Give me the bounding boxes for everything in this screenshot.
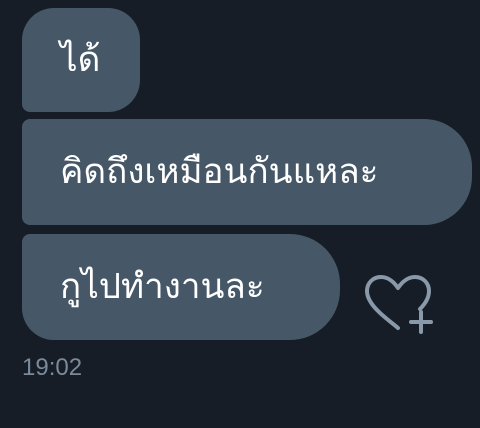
message-bubble[interactable]: ได้ bbox=[22, 8, 140, 112]
message-bubble[interactable]: กูไปทำงานละ bbox=[22, 234, 340, 340]
message-bubble[interactable]: คิดถึงเหมือนกันแหละ bbox=[22, 119, 472, 225]
message-timestamp: 19:02 bbox=[22, 354, 83, 381]
react-button[interactable] bbox=[362, 272, 434, 334]
message-text: ได้ bbox=[60, 39, 101, 80]
message-text: กูไปทำงานละ bbox=[60, 266, 265, 307]
heart-plus-icon bbox=[365, 275, 433, 334]
message-text: คิดถึงเหมือนกันแหละ bbox=[60, 151, 379, 192]
